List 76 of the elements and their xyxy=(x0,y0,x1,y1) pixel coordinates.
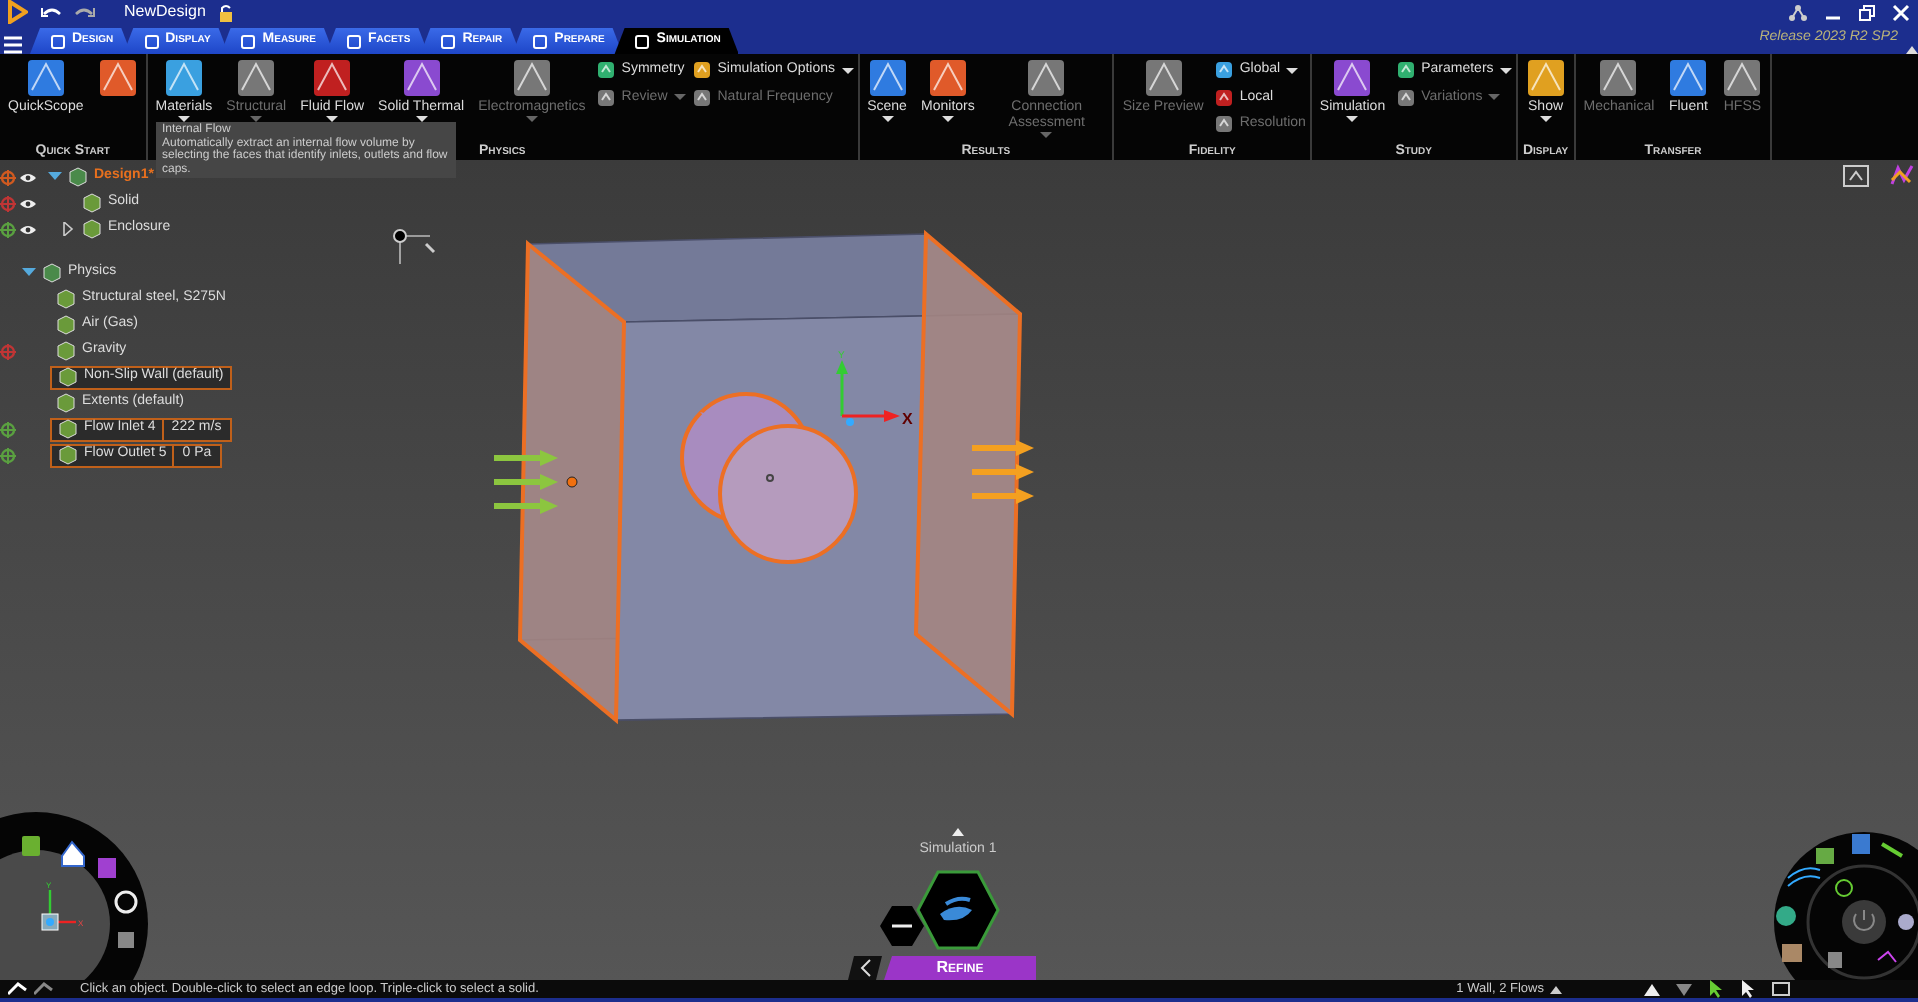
cube-icon xyxy=(56,340,76,362)
cursor-icon xyxy=(393,229,436,265)
tool-icon xyxy=(1598,58,1639,98)
cube-icon xyxy=(42,262,62,284)
tool-icon xyxy=(1722,58,1763,98)
tool-icon xyxy=(1213,60,1234,81)
tool-icon xyxy=(927,58,968,98)
tab-icon xyxy=(634,33,651,49)
outlet-arrow xyxy=(972,464,1034,480)
tool-icon xyxy=(691,60,712,81)
tool-icon xyxy=(1395,87,1416,108)
tab-icon xyxy=(345,33,362,49)
outlet-arrow xyxy=(972,440,1034,456)
cube-icon xyxy=(56,288,76,310)
axis-triad-icon xyxy=(836,360,900,426)
tool-icon xyxy=(1143,58,1184,98)
menu-icon[interactable] xyxy=(4,36,22,54)
eye-icon[interactable] xyxy=(20,223,36,235)
tab-icon xyxy=(50,33,66,49)
tool-icon xyxy=(691,87,712,108)
window-title: NewDesign xyxy=(124,0,206,24)
tool-icon xyxy=(163,58,204,98)
close-icon[interactable] xyxy=(1892,3,1910,21)
tab-icon xyxy=(240,33,257,49)
tool-icon xyxy=(1026,58,1067,98)
stage-tab[interactable]: Refine xyxy=(884,956,1036,980)
tool-icon xyxy=(1525,58,1566,98)
cube-icon xyxy=(56,392,76,414)
tab-icon xyxy=(143,33,160,49)
window-icon[interactable] xyxy=(1772,982,1790,996)
chart-icon[interactable] xyxy=(1890,164,1914,185)
inlet-arrow xyxy=(494,474,558,490)
tool-icon xyxy=(511,58,552,98)
inlet-arrow xyxy=(494,450,558,466)
tool-icon xyxy=(867,58,908,98)
tool-icon xyxy=(1213,87,1234,108)
back-button[interactable] xyxy=(848,956,882,980)
tool-icon xyxy=(25,58,66,98)
expander-icon[interactable] xyxy=(22,266,36,280)
eye-icon[interactable] xyxy=(20,171,36,183)
cube-icon xyxy=(58,444,78,466)
tab-icon xyxy=(532,33,549,49)
tool-icon xyxy=(1332,58,1373,98)
cube-icon xyxy=(58,366,78,388)
cube-icon xyxy=(82,192,102,214)
view-icon[interactable] xyxy=(1843,165,1869,187)
restore-icon[interactable] xyxy=(1858,3,1876,21)
cube-icon xyxy=(58,418,78,440)
redo-icon[interactable] xyxy=(74,4,96,20)
collapse-stage-button[interactable] xyxy=(880,904,924,948)
eye-icon[interactable] xyxy=(20,197,36,209)
tool-icon xyxy=(595,87,616,108)
lock-icon xyxy=(217,3,234,21)
expander-icon[interactable] xyxy=(62,222,76,236)
axis-label: X xyxy=(902,410,913,428)
tool-icon xyxy=(312,58,353,98)
cube-icon xyxy=(56,314,76,336)
tool-icon xyxy=(595,60,616,81)
network-icon[interactable] xyxy=(1788,3,1808,21)
tool-icon xyxy=(401,58,442,98)
tool-icon xyxy=(1668,58,1709,98)
cube-icon xyxy=(68,166,88,188)
tool-icon xyxy=(236,58,277,98)
tab-icon xyxy=(440,33,457,49)
outlet-arrow xyxy=(972,488,1034,504)
tool-icon xyxy=(1213,114,1234,135)
cube-icon xyxy=(82,218,102,240)
inlet-point-icon xyxy=(566,476,578,488)
tool-icon xyxy=(1395,60,1416,81)
logo-icon xyxy=(8,0,28,24)
expander-icon[interactable] xyxy=(48,170,62,184)
tool-icon xyxy=(97,58,138,98)
expand-icon[interactable] xyxy=(952,828,964,836)
undo-icon[interactable] xyxy=(40,4,62,20)
caret-icon[interactable] xyxy=(1550,985,1562,993)
inlet-arrow xyxy=(494,498,558,514)
